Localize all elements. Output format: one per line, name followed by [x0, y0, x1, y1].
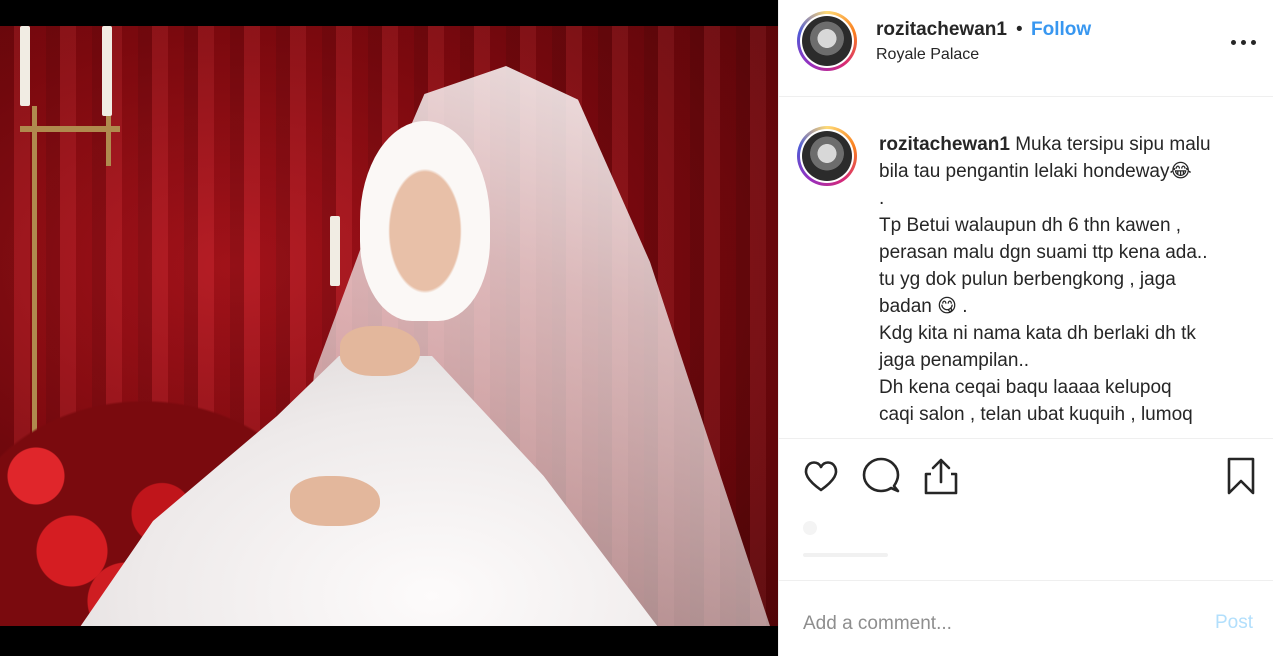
caption-line: bila tau pengantin lelaki hondeway😂	[879, 161, 1192, 182]
caption-username[interactable]: rozitachewan1	[879, 134, 1010, 155]
bride-figure	[360, 121, 490, 321]
share-icon[interactable]	[921, 456, 961, 496]
caption-area: rozitachewan1 Muka tersipu sipu malu bil…	[779, 98, 1273, 438]
caption-text: rozitachewan1 Muka tersipu sipu malu bil…	[879, 131, 1249, 428]
caption-line: Kdg kita ni nama kata dh berlaki dh tk	[879, 323, 1196, 344]
comment-input[interactable]	[803, 610, 1183, 638]
post-media	[0, 0, 778, 656]
caption-line: caqi salon , telan ubat kuquih , lumoq	[879, 404, 1193, 425]
timestamp-placeholder	[803, 553, 888, 557]
caption-line: Dh kena ceqai baqu laaaa kelupoq	[879, 377, 1172, 398]
caption-line: badan 😋 .	[879, 296, 968, 317]
hand-on-chest	[340, 326, 420, 376]
follow-button[interactable]: Follow	[1031, 19, 1091, 41]
post-comment-button[interactable]: Post	[1215, 612, 1253, 634]
action-bar	[779, 438, 1273, 581]
more-options-icon[interactable]	[1229, 30, 1259, 54]
heart-icon[interactable]	[801, 456, 841, 496]
separator-dot: •	[1016, 19, 1023, 40]
hand-on-lap	[290, 476, 380, 526]
caption-line: Muka tersipu sipu malu	[1015, 134, 1211, 155]
post-header: rozitachewan1 • Follow Royale Palace	[779, 0, 1273, 97]
bookmark-icon[interactable]	[1221, 456, 1261, 496]
likes-placeholder	[803, 521, 817, 535]
post-photo[interactable]	[0, 26, 778, 626]
comment-bar: Post	[779, 582, 1273, 656]
caption-avatar[interactable]	[797, 126, 857, 186]
caption-line: tu yg dok pulun berbengkong , jaga	[879, 269, 1176, 290]
location-link[interactable]: Royale Palace	[876, 46, 979, 64]
caption-line: .	[879, 188, 885, 209]
header-username[interactable]: rozitachewan1	[876, 19, 1007, 41]
caption-line: Tp Betui walaupun dh 6 thn kawen ,	[879, 215, 1182, 236]
avatar[interactable]	[797, 11, 857, 71]
post-detail-panel: rozitachewan1 • Follow Royale Palace roz…	[778, 0, 1273, 656]
caption-line: jaga penampilan..	[879, 350, 1029, 371]
comment-icon[interactable]	[861, 456, 901, 496]
caption-line: perasan malu dgn suami ttp kena ada..	[879, 242, 1208, 263]
